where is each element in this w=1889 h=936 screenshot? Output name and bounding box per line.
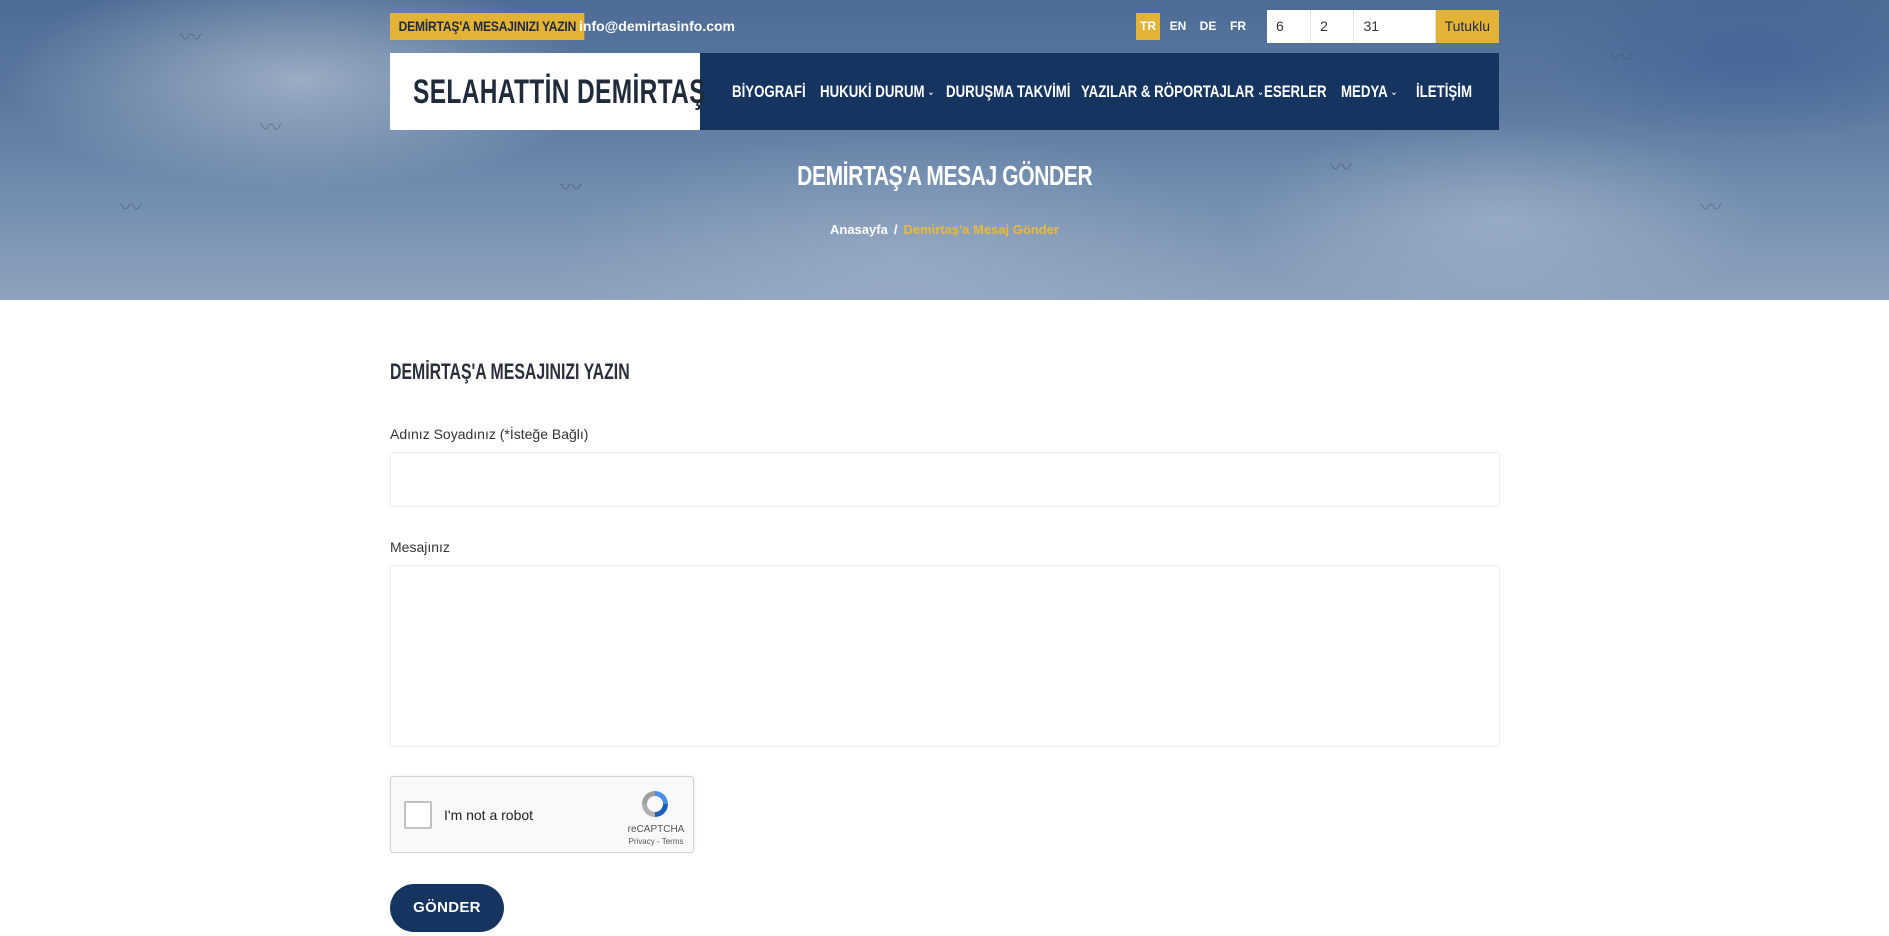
bird-decoration: 〰 <box>120 196 143 221</box>
nav-item-durusma-takvimi[interactable]: DURUŞMA TAKVİMİ <box>946 82 1070 102</box>
recaptcha-icon <box>642 791 668 817</box>
message-cta-button[interactable]: DEMİRTAŞ'A MESAJINIZI YAZIN <box>390 13 585 40</box>
nav-item-eserler[interactable]: ESERLER <box>1264 82 1327 102</box>
counter-months: 2 Ay <box>1311 10 1355 67</box>
nav-item-biyografi[interactable]: BİYOGRAFİ <box>732 82 806 102</box>
nav-item-iletisim[interactable]: İLETİŞİM <box>1416 82 1472 102</box>
submit-button[interactable]: GÖNDER <box>390 884 504 932</box>
bird-decoration: 〰 <box>1700 196 1723 221</box>
lang-tr[interactable]: TR <box>1136 13 1160 40</box>
breadcrumb-current: Demirtaş'a Mesaj Gönder <box>903 222 1059 237</box>
counter-status: Tutuklu <box>1435 10 1499 43</box>
recaptcha-label: I'm not a robot <box>444 807 534 823</box>
site-logo-text: SELAHATTİN DEMİRTAŞ <box>413 73 706 111</box>
nav-item-yazilar[interactable]: YAZILAR & RÖPORTAJLAR ⌄ <box>1081 82 1264 102</box>
recaptcha-brand: reCAPTCHA <box>627 824 685 835</box>
contact-email-link[interactable]: info@demirtasinfo.com <box>579 18 735 34</box>
nav-item-hukuki-durum[interactable]: HUKUKİ DURUM ⌄ <box>820 82 934 102</box>
bird-decoration: 〰 <box>180 26 203 51</box>
nav-item-label: YAZILAR & RÖPORTAJLAR <box>1081 81 1255 101</box>
recaptcha-checkbox[interactable] <box>404 801 432 829</box>
nav-menu: BİYOGRAFİ HUKUKİ DURUM ⌄ DURUŞMA TAKVİMİ … <box>732 53 1486 130</box>
lang-en[interactable]: EN <box>1166 13 1190 40</box>
name-field-label: Adınız Soyadınız (*İsteğe Bağlı) <box>390 426 589 442</box>
message-textarea[interactable] <box>390 565 1500 747</box>
hero-banner: 〰 〰 〰 〰 〰 〰 〰 DEMİRTAŞ'A MESAJINIZI YAZI… <box>0 0 1889 300</box>
chevron-down-icon: ⌄ <box>927 86 935 98</box>
breadcrumb-separator: / <box>893 222 898 237</box>
recaptcha-widget: I'm not a robot reCAPTCHA Privacy - Term… <box>390 776 694 853</box>
bird-decoration: 〰 <box>260 116 283 141</box>
bird-decoration: 〰 <box>1610 46 1633 71</box>
nav-item-label: HUKUKİ DURUM <box>820 81 925 101</box>
chevron-down-icon: ⌄ <box>1257 86 1264 98</box>
lang-de[interactable]: DE <box>1196 13 1220 40</box>
topbar: DEMİRTAŞ'A MESAJINIZI YAZIN info@demirta… <box>390 10 1499 67</box>
chevron-down-icon: ⌄ <box>1390 86 1398 98</box>
recaptcha-privacy-terms-links[interactable]: Privacy - Terms <box>621 837 691 846</box>
counter-years: 6 Yıl <box>1267 10 1312 67</box>
nav-item-label: MEDYA <box>1341 81 1388 101</box>
page-title-text: DEMİRTAŞ'A MESAJ GÖNDER <box>796 160 1093 191</box>
name-input[interactable] <box>390 452 1500 507</box>
nav-item-medya[interactable]: MEDYA ⌄ <box>1341 82 1397 102</box>
language-switcher: TR EN DE FR <box>1136 13 1250 40</box>
site-logo[interactable]: SELAHATTİN DEMİRTAŞ <box>390 53 706 130</box>
message-field-label: Mesajınız <box>390 539 450 555</box>
page-title: DEMİRTAŞ'A MESAJ GÖNDER <box>0 160 1889 192</box>
detention-counter: 6 Yıl 2 Ay 31 Gün'dür Tutuklu <box>1267 10 1499 67</box>
lang-fr[interactable]: FR <box>1226 13 1250 40</box>
breadcrumb-home-link[interactable]: Anasayfa <box>830 222 888 237</box>
form-heading: DEMİRTAŞ'A MESAJINIZI YAZIN <box>390 359 630 384</box>
counter-days: 31 Gün'dür <box>1354 10 1436 67</box>
breadcrumb: Anasayfa / Demirtaş'a Mesaj Gönder <box>0 222 1889 237</box>
main-navbar: SELAHATTİN DEMİRTAŞ BİYOGRAFİ HUKUKİ DUR… <box>390 53 1499 130</box>
